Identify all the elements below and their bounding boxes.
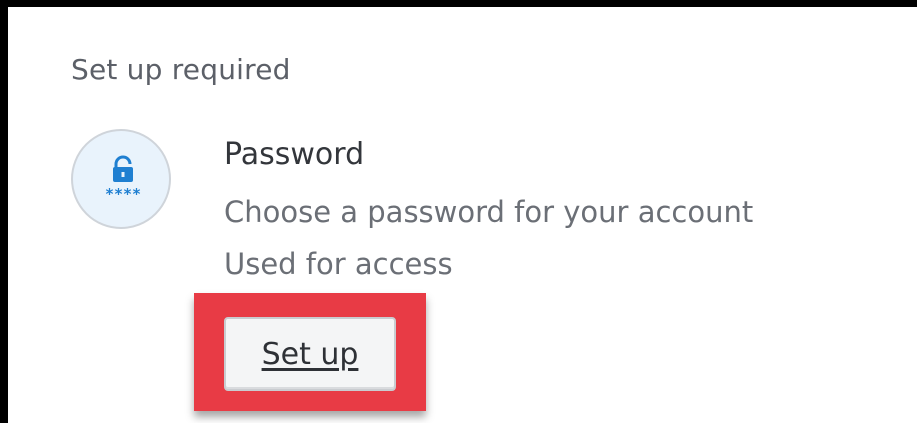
authenticator-setup-panel: Set up required **** Password Choose a p… [8,7,917,423]
svg-text:****: **** [105,185,141,203]
factor-name: Password [224,137,365,172]
factor-usage: Used for access [224,247,453,281]
password-lock-icon: **** [71,129,171,229]
setup-button[interactable]: Set up [224,317,396,391]
section-title: Set up required [71,53,291,86]
factor-description: Choose a password for your account [224,195,754,229]
